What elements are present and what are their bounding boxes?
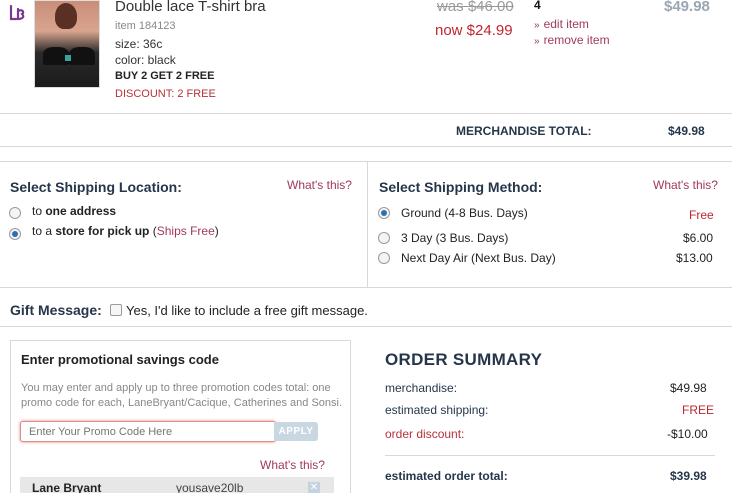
product-item-number: item 184123 — [115, 20, 176, 32]
summary-discount-value: -$10.00 — [667, 427, 708, 441]
shipping-location-whats-this-link[interactable]: What's this? — [287, 178, 352, 192]
product-image[interactable] — [34, 0, 100, 88]
ground-radio[interactable] — [378, 207, 390, 219]
divider — [0, 326, 732, 327]
item-quantity: 4 — [534, 0, 541, 12]
option-suffix: ( — [149, 224, 157, 238]
lb-logo-icon — [8, 3, 28, 23]
gift-message-checkbox-label[interactable]: Yes, I'd like to include a free gift mes… — [126, 303, 368, 318]
remove-item-link[interactable]: » remove item — [534, 33, 610, 47]
ground-option-label[interactable]: Ground (4-8 Bus. Days) — [401, 206, 528, 220]
three-day-price: $6.00 — [683, 231, 714, 245]
option-prefix: to — [32, 204, 46, 218]
option-after: ) — [214, 224, 219, 238]
applied-code-brand: Lane Bryant — [32, 481, 102, 493]
gift-message-label: Gift Message: — [10, 302, 102, 318]
apply-button[interactable]: APPLY — [274, 422, 318, 441]
summary-merchandise-label: merchandise: — [385, 381, 458, 395]
promo-whats-this-link[interactable]: What's this? — [260, 458, 325, 472]
divider — [0, 113, 732, 114]
store-pickup-option[interactable]: to a store for pick up (Ships Free) — [32, 224, 219, 238]
summary-total-label: estimated order total: — [385, 469, 508, 483]
one-address-option[interactable]: to one address — [32, 204, 116, 218]
merchandise-total-value: $49.98 — [668, 124, 705, 138]
edit-item-label: edit item — [543, 17, 589, 31]
product-discount: DISCOUNT: 2 FREE — [115, 88, 216, 100]
product-color: color: black — [115, 53, 176, 67]
three-day-radio[interactable] — [378, 232, 390, 244]
remove-code-icon[interactable]: ✕ — [308, 482, 320, 493]
order-summary-title: ORDER SUMMARY — [385, 350, 543, 369]
merchandise-total-label: MERCHANDISE TOTAL: — [456, 124, 592, 138]
shipping-method-whats-this-link[interactable]: What's this? — [653, 178, 718, 192]
summary-shipping-label: estimated shipping: — [385, 403, 489, 417]
edit-item-link[interactable]: » edit item — [534, 17, 589, 31]
summary-discount-label: order discount: — [385, 427, 465, 441]
divider — [385, 455, 715, 456]
double-chevron-right-icon: » — [534, 36, 540, 47]
product-title[interactable]: Double lace T-shirt bra — [115, 0, 266, 15]
option-prefix: to a — [32, 224, 56, 238]
double-chevron-right-icon: » — [534, 20, 540, 31]
ships-free-note: Ships Free — [156, 224, 215, 238]
shipping-method-title: Select Shipping Method: — [379, 179, 543, 195]
product-promo: BUY 2 GET 2 FREE — [115, 70, 215, 82]
next-day-radio[interactable] — [378, 252, 390, 264]
line-total: $49.98 — [664, 0, 710, 15]
remove-item-label: remove item — [543, 33, 610, 47]
shipping-location-title: Select Shipping Location: — [10, 179, 182, 195]
option-bold: one address — [45, 204, 117, 218]
summary-total-value: $39.98 — [670, 469, 707, 483]
applied-code-value: yousave20lb — [176, 481, 244, 493]
product-size: size: 36c — [115, 37, 163, 51]
ground-price: Free — [689, 208, 714, 222]
next-day-option-label[interactable]: Next Day Air (Next Bus. Day) — [401, 251, 556, 265]
summary-merchandise-value: $49.98 — [670, 381, 707, 395]
store-pickup-radio[interactable] — [9, 228, 21, 240]
three-day-option-label[interactable]: 3 Day (3 Bus. Days) — [401, 231, 508, 245]
was-price: was $46.00 — [437, 0, 514, 15]
option-bold: store for pick up — [55, 224, 150, 238]
summary-shipping-value: FREE — [682, 403, 715, 417]
next-day-price: $13.00 — [676, 251, 713, 265]
promo-title: Enter promotional savings code — [21, 352, 219, 367]
promo-description: You may enter and apply up to three prom… — [21, 382, 343, 409]
gift-message-checkbox[interactable] — [110, 304, 122, 316]
promo-code-input[interactable] — [20, 421, 276, 442]
divider — [0, 146, 732, 147]
one-address-radio[interactable] — [9, 207, 21, 219]
now-price: now $24.99 — [435, 22, 513, 39]
